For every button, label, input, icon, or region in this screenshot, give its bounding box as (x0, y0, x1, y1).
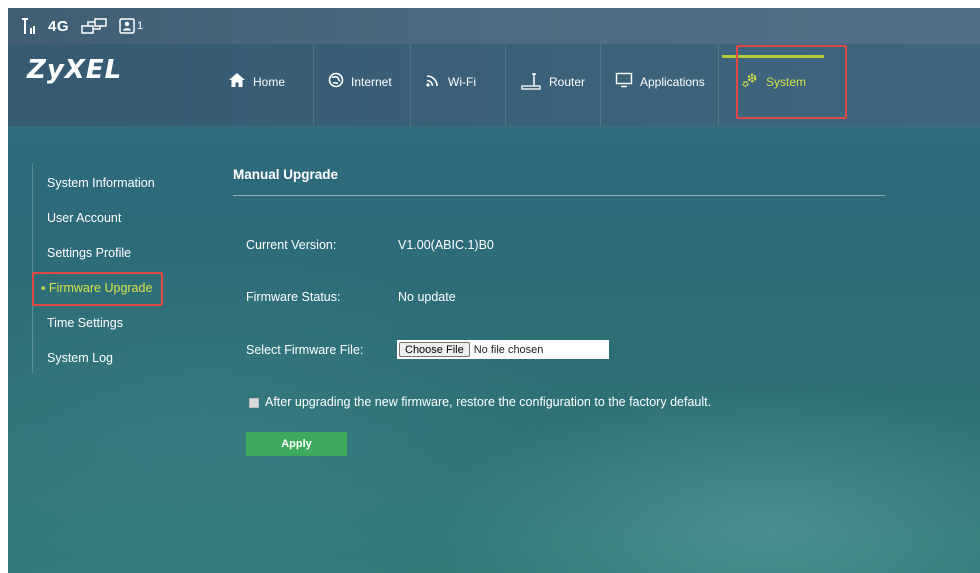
sidebar-item-time-settings[interactable]: Time Settings (47, 316, 123, 330)
sidebar-item-system-information[interactable]: System Information (47, 176, 155, 190)
wifi-icon (425, 72, 441, 88)
router-admin-window: 4G 1 ZyXEL Home Internet Wi-Fi Router Ap… (8, 8, 980, 573)
nav-applications-label: Applications (640, 75, 705, 89)
globe-icon (328, 72, 344, 88)
current-version-value: V1.00(ABIC.1)B0 (398, 238, 494, 252)
choose-file-button[interactable]: Choose File (399, 342, 470, 357)
select-firmware-file-label: Select Firmware File: (246, 343, 364, 357)
nav-router-label: Router (549, 75, 586, 89)
restore-factory-default-checkbox[interactable] (249, 398, 259, 408)
nav-internet[interactable]: Internet (314, 44, 411, 126)
router-icon (520, 72, 542, 90)
signal-strength-icon (22, 17, 36, 35)
nav-internet-label: Internet (351, 75, 392, 89)
page-title: Manual Upgrade (233, 167, 339, 182)
restore-factory-default-label[interactable]: After upgrading the new firmware, restor… (265, 395, 711, 409)
sidebar-item-settings-profile[interactable]: Settings Profile (47, 246, 131, 260)
nav-wifi[interactable]: Wi-Fi (411, 44, 506, 126)
ethernet-icon (81, 17, 107, 35)
firmware-status-label: Firmware Status: (246, 290, 341, 304)
nav-router[interactable]: Router (506, 44, 601, 126)
sim-card-icon (119, 18, 135, 34)
home-icon (228, 72, 246, 88)
nav-wifi-label: Wi-Fi (448, 75, 476, 89)
nav-home[interactable]: Home (218, 44, 314, 126)
highlight-firmware-upgrade (32, 272, 163, 306)
highlight-system-tab (736, 45, 847, 119)
current-version-label: Current Version: (246, 238, 337, 252)
sidebar-item-system-log[interactable]: System Log (47, 351, 113, 365)
firmware-status-value: No update (398, 290, 456, 304)
nav-home-label: Home (253, 75, 286, 89)
status-bar: 4G 1 (8, 8, 980, 44)
firmware-file-input[interactable]: Choose File No file chosen (397, 340, 609, 359)
no-file-chosen-text: No file chosen (473, 343, 544, 356)
network-type-label: 4G (48, 17, 70, 35)
sim-card-status: 1 (119, 18, 143, 34)
nav-applications[interactable]: Applications (601, 44, 719, 126)
sim-count: 1 (137, 20, 144, 32)
apply-button[interactable]: Apply (246, 432, 347, 456)
sidebar: System Information User Account Settings… (32, 163, 173, 373)
zyxel-logo: ZyXEL (27, 55, 123, 85)
sidebar-item-user-account[interactable]: User Account (47, 211, 121, 225)
title-divider (233, 195, 885, 196)
monitor-icon (615, 72, 633, 88)
